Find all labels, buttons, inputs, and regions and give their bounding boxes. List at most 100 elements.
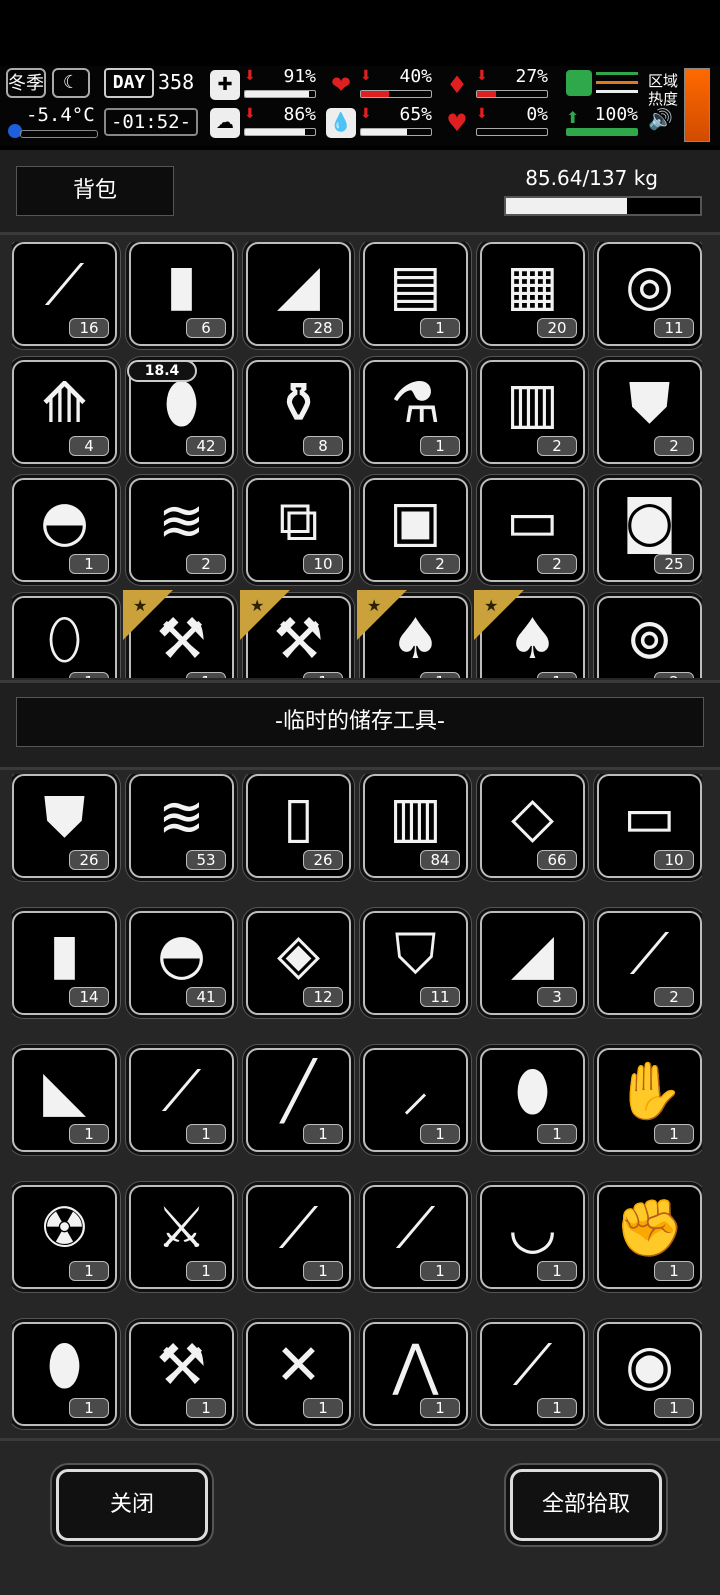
inventory-slot[interactable]: ⬮ 1 (12, 1322, 117, 1426)
temperature-bar (20, 130, 98, 138)
inventory-slot[interactable]: ⬯1 (12, 596, 117, 678)
take-all-button[interactable]: 全部拾取 (510, 1469, 662, 1541)
medkit-icon: ✚ (210, 70, 240, 100)
inventory-slot[interactable]: ⸝ 1 (363, 1048, 468, 1152)
inventory-slot[interactable]: ⛊ 26 (12, 774, 117, 878)
inventory-slot[interactable]: ⬮ 1 (480, 1048, 585, 1152)
inventory-slot[interactable]: ⋀ 1 (363, 1322, 468, 1426)
inventory-slot[interactable]: ⚗ 1 (363, 360, 468, 464)
up-arrow-icon: ⬆ (566, 108, 580, 127)
inventory-slot[interactable]: ♠★1 (474, 590, 585, 678)
item-icon: ⚔ (156, 1196, 207, 1261)
inventory-slot[interactable]: ⛊ 2 (597, 360, 702, 464)
inventory-slot[interactable]: ⛉ 11 (363, 911, 468, 1015)
inventory-slot[interactable]: ▦ 20 (480, 242, 585, 346)
lungs-stat: ♦ ⬇ 27% (442, 66, 550, 104)
item-icon: ◢ (510, 922, 555, 987)
water-drop-icon: 💧 (326, 108, 356, 138)
day-counter: DAY 358 (104, 68, 198, 100)
close-button[interactable]: 关闭 (56, 1469, 208, 1541)
backpack-grid: ⟋ 16 ▮ 6 ◢ 28 ▤ 1 ▦ 20 ◎ 11 ⟰ 4 ⬮ 18.4 42 ⚱ 8 ⚗ 1 ▥ 2 ⛊ 2 ◓ 1 ≋ 2 ⧉ 10… (12, 242, 702, 678)
inventory-slot[interactable]: ▭ 2 (480, 478, 585, 582)
inventory-slot[interactable]: ◢ 28 (246, 242, 351, 346)
inventory-slot[interactable]: ◙ 25 (597, 478, 702, 582)
item-count: 12 (303, 987, 343, 1007)
inventory-slot[interactable]: ▯ 26 (246, 774, 351, 878)
inventory-slot[interactable]: ⟋ 1 (246, 1185, 351, 1289)
inventory-slot[interactable]: ⚒ 1 (129, 1322, 234, 1426)
durability-badge: 18.4 (127, 360, 197, 382)
inventory-slot[interactable]: ╱ 1 (246, 1048, 351, 1152)
inventory-slot[interactable]: ⚒★1 (240, 590, 351, 678)
inventory-slot[interactable]: ◉ 1 (597, 1322, 702, 1426)
stamina-stat: ⬆ 100% (566, 68, 638, 138)
inventory-slot[interactable]: ⟰ 4 (12, 360, 117, 464)
inventory-slot[interactable]: ▤ 1 (363, 242, 468, 346)
inventory-slot[interactable]: ⚔ 1 (129, 1185, 234, 1289)
inventory-slot[interactable]: ≋ 53 (129, 774, 234, 878)
item-icon: ⛊ (628, 371, 671, 436)
item-count: 1 (69, 554, 109, 574)
tab-backpack[interactable]: 背包 (16, 166, 174, 216)
inventory-slot[interactable]: ≋ 2 (129, 478, 234, 582)
item-icon: ⟋ (629, 922, 670, 987)
item-count: 1 (69, 672, 109, 678)
stomach-percent: 40% (399, 66, 432, 87)
item-icon: ▥ (389, 785, 442, 850)
inventory-slot[interactable]: ⚱ 8 (246, 360, 351, 464)
stamina-percent: 100% (594, 104, 638, 125)
item-icon: ⋀ (392, 1333, 439, 1398)
inventory-slot[interactable]: ♠★1 (357, 590, 468, 678)
inventory-slot[interactable]: ▭ 10 (597, 774, 702, 878)
item-icon: ◓ (157, 922, 206, 987)
inventory-slot[interactable]: ▣ 2 (363, 478, 468, 582)
inventory-slot[interactable]: ◎ 11 (597, 242, 702, 346)
star-badge-icon: ★ (474, 590, 524, 640)
inventory-slot[interactable]: ✊ 1 (597, 1185, 702, 1289)
down-arrow-icon: ⬇ (476, 106, 488, 122)
inventory-slot[interactable]: ⟋ 1 (363, 1185, 468, 1289)
storage-header: -临时的储存工具- (0, 680, 720, 770)
item-icon: ◇ (510, 785, 555, 850)
item-count: 1 (537, 1261, 577, 1281)
boot-icon (566, 70, 592, 96)
inventory-slot[interactable]: ☢ 1 (12, 1185, 117, 1289)
item-icon: ▯ (283, 785, 314, 850)
inventory-slot[interactable]: ▮ 6 (129, 242, 234, 346)
inventory-slot[interactable]: ✕ 1 (246, 1322, 351, 1426)
inventory-slot[interactable]: ▥ 2 (480, 360, 585, 464)
water-percent: 65% (399, 104, 432, 125)
inventory-slot[interactable]: ◇ 66 (480, 774, 585, 878)
inventory-slot[interactable]: ⊚2 (597, 596, 702, 678)
inventory-slot[interactable]: ◈ 12 (246, 911, 351, 1015)
inventory-slot[interactable]: ◡ 1 (480, 1185, 585, 1289)
inventory-slot[interactable]: ⚒★1 (123, 590, 234, 678)
item-count: 1 (186, 1261, 226, 1281)
item-count: 3 (537, 987, 577, 1007)
item-count: 26 (303, 850, 343, 870)
inventory-slot[interactable]: ▮ 14 (12, 911, 117, 1015)
inventory-slot[interactable]: ◓ 41 (129, 911, 234, 1015)
inventory-slot[interactable]: ⟋ 1 (480, 1322, 585, 1426)
inventory-slot[interactable]: ⟋ 1 (129, 1048, 234, 1152)
weight-text: 85.64/137 kg (525, 166, 658, 190)
water-bar (360, 128, 432, 136)
inventory-slot[interactable]: ⟋ 2 (597, 911, 702, 1015)
down-arrow-icon: ⬇ (476, 68, 488, 84)
item-icon: ⟋ (395, 1196, 436, 1261)
item-count: 25 (654, 554, 694, 574)
inventory-slot[interactable]: ⟋ 16 (12, 242, 117, 346)
item-icon: ◡ (508, 1196, 557, 1261)
inventory-slot[interactable]: ⧉ 10 (246, 478, 351, 582)
inventory-slot[interactable]: ⬮ 18.4 42 (127, 360, 234, 464)
brain-percent: 86% (283, 104, 316, 125)
item-count: 1 (303, 1124, 343, 1144)
item-count: 1 (537, 1124, 577, 1144)
inventory-slot[interactable]: ◓ 1 (12, 478, 117, 582)
speaker-icon[interactable]: 🔊 (648, 109, 682, 129)
inventory-slot[interactable]: ◢ 3 (480, 911, 585, 1015)
inventory-slot[interactable]: ▥ 84 (363, 774, 468, 878)
health-bar (244, 90, 316, 98)
inventory-slot[interactable]: ◣ 1 (12, 1048, 117, 1152)
inventory-slot[interactable]: ✋ 1 (597, 1048, 702, 1152)
